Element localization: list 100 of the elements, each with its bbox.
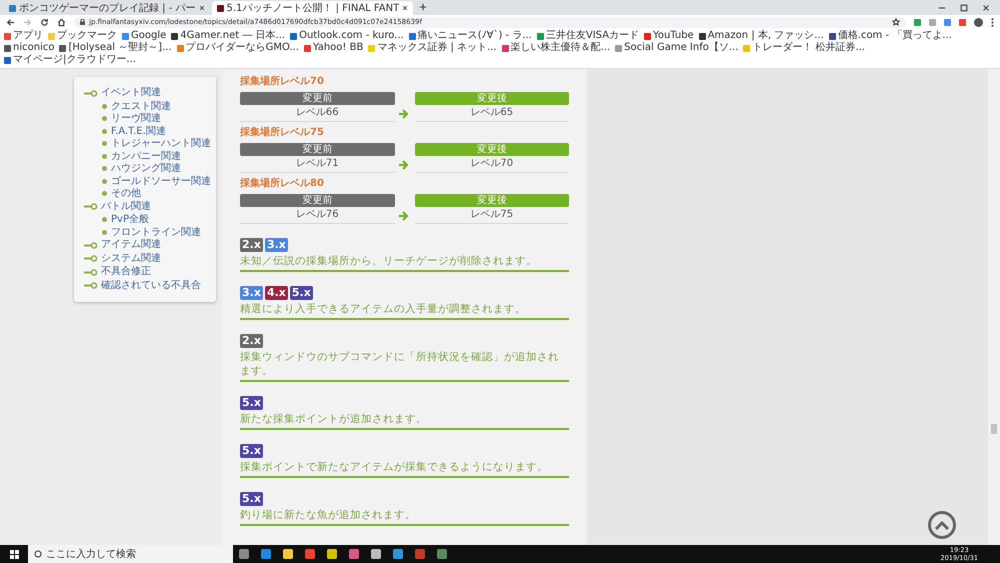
sidebar-sublink[interactable]: ハウジング関連 [102,163,212,174]
browser-tab[interactable]: ポンコツゲーマーのプレイ記録 | - パー [4,1,210,15]
extension-icon[interactable] [959,18,966,26]
before-value: レベル66 [240,105,394,122]
bookmark[interactable]: Amazon | 本, ファッシ... [698,30,824,42]
sidebar-sublink[interactable]: クエスト関連 [102,100,212,112]
bookmark[interactable]: 価格.com - 「買ってよ... [828,30,952,42]
bookmark[interactable]: Yahoo! BB [304,42,364,54]
back-icon[interactable] [6,18,15,26]
sidebar-sublink[interactable]: その他 [102,188,212,200]
scroll-top-button[interactable] [928,511,956,539]
close-icon[interactable] [982,4,990,12]
app-icon[interactable] [393,549,403,559]
extension-icon[interactable] [914,18,921,26]
bookmark[interactable]: ブックマーク [48,30,117,42]
before-header: 変更前 [240,143,394,156]
connector-icon [84,90,98,97]
menu-icon[interactable] [991,18,994,26]
bookmark[interactable]: トレーダー！ 松井証券... [743,42,866,54]
arrow-icon [399,160,410,170]
sidebar-sublink[interactable]: トレジャーハント関連 [102,138,212,150]
section-title: 採集場所レベル70 [240,74,325,88]
note-text: 未知／伝説の採集場所から、リーチゲージが削除されます。 [240,254,538,268]
sidebar-link[interactable]: 不具合修正 [84,266,212,278]
version-badge: 4.x [264,286,288,300]
note-text: 採集ウィンドウのサブコマンドに「所持状況を確認」が追加されます。 [240,350,560,378]
app-icon[interactable] [349,549,359,559]
version-badge: 3.x [264,238,288,252]
connector-icon [84,203,98,210]
arrow-icon [399,108,410,118]
section-title: 採集場所レベル75 [240,126,325,139]
note-text: 新たな採集ポイントが追加されます。 [240,412,428,426]
app-icon[interactable] [437,549,447,559]
bookmark[interactable]: Social Game Info【ソ... [615,42,738,54]
sidebar-sublink[interactable]: PvP全般 [102,214,212,226]
extension-icon[interactable] [944,18,951,26]
plus-icon[interactable] [419,3,428,11]
version-badge: 5.x [240,444,263,458]
after-value: レベル70 [414,156,569,173]
close-icon[interactable] [198,5,205,11]
reload-icon[interactable] [40,18,49,26]
before-header: 変更前 [240,92,394,105]
bookmark[interactable]: 三井住友VISAカード [536,30,640,42]
bookmark[interactable]: マネックス証券 | ネット... [368,42,497,54]
bookmark[interactable]: [Holyseal ～聖封～]... [59,42,172,54]
sidebar-sublink[interactable]: フロントライン関連 [102,226,212,238]
app-icon[interactable] [327,549,337,559]
bookmark[interactable]: 痛いニュース(ﾉ∀`) - ラ... [408,30,532,42]
note-text: 採集ポイントで新たなアイテムが採集できるようになります。 [240,460,549,474]
favicon-icon [216,4,224,12]
bookmark[interactable]: マイページ|クラウドワー... [4,54,136,66]
before-header: 変更前 [240,194,394,207]
bookmark[interactable]: Google [122,30,166,42]
after-header: 変更後 [414,194,569,207]
favicon-icon [9,4,16,12]
sidebar-link[interactable]: システム関連 [84,252,212,265]
after-value: レベル75 [414,207,569,224]
bookmark[interactable]: YouTube [644,30,694,42]
sidebar-sublink[interactable]: カンパニー関連 [102,150,212,162]
sidebar-sublink[interactable]: ゴールドソーサー関連 [102,176,212,187]
note-text: 釣り場に新たな魚が追加されます。 [240,508,417,522]
app-icon[interactable] [415,549,425,559]
connector-icon [84,242,98,249]
version-badge: 2.x [240,238,263,252]
version-badge: 5.x [240,396,263,410]
bookmark[interactable]: niconico [4,42,54,54]
sidebar-link[interactable]: 確認されている不具合 [84,280,212,292]
scrollbar[interactable] [988,69,1000,545]
sidebar-sublink[interactable]: F.A.T.E.関連 [102,126,212,137]
before-value: レベル76 [240,207,394,224]
bookmark[interactable]: アプリ [4,30,43,42]
home-icon[interactable] [57,18,66,26]
bookmark[interactable]: 4Gamer.net ― 日本... [171,30,286,42]
after-header: 変更後 [414,143,569,156]
browser-tab[interactable]: 5.1パッチノート公開！ | FINAL FANT [212,1,414,15]
sidebar-link[interactable]: バトル関連 [84,200,212,213]
arrow-icon [399,210,410,220]
after-value: レベル65 [414,105,569,122]
section-title: 採集場所レベル80 [240,176,325,190]
connector-icon [84,268,98,276]
close-icon[interactable] [402,5,408,11]
connector-icon [84,282,98,290]
version-badge: 3.x [240,286,263,300]
note-text: 精選により入手できるアイテムの入手量が調整されます。 [240,302,527,316]
sidebar-link[interactable]: アイテム関連 [84,239,212,252]
sidebar-link[interactable]: イベント関連 [84,87,212,100]
bookmark[interactable]: 楽しい株主優待＆配... [502,42,610,54]
bookmark[interactable]: プロバイダーならGMO... [176,42,299,54]
lock-icon [80,19,85,25]
star-icon[interactable] [892,18,900,26]
windows-icon[interactable] [10,550,18,558]
taskbar-search-field[interactable]: ここに入力して検索 [28,545,233,563]
avatar-icon[interactable] [974,18,983,26]
search-icon [34,550,42,558]
after-header: 変更後 [414,92,569,105]
chevron-up-icon [935,520,949,530]
bookmark[interactable]: Outlook.com - kuro... [290,30,404,42]
before-value: レベル71 [240,156,394,173]
maximize-icon[interactable] [960,4,968,12]
sidebar-sublink[interactable]: リーヴ関連 [102,113,212,124]
